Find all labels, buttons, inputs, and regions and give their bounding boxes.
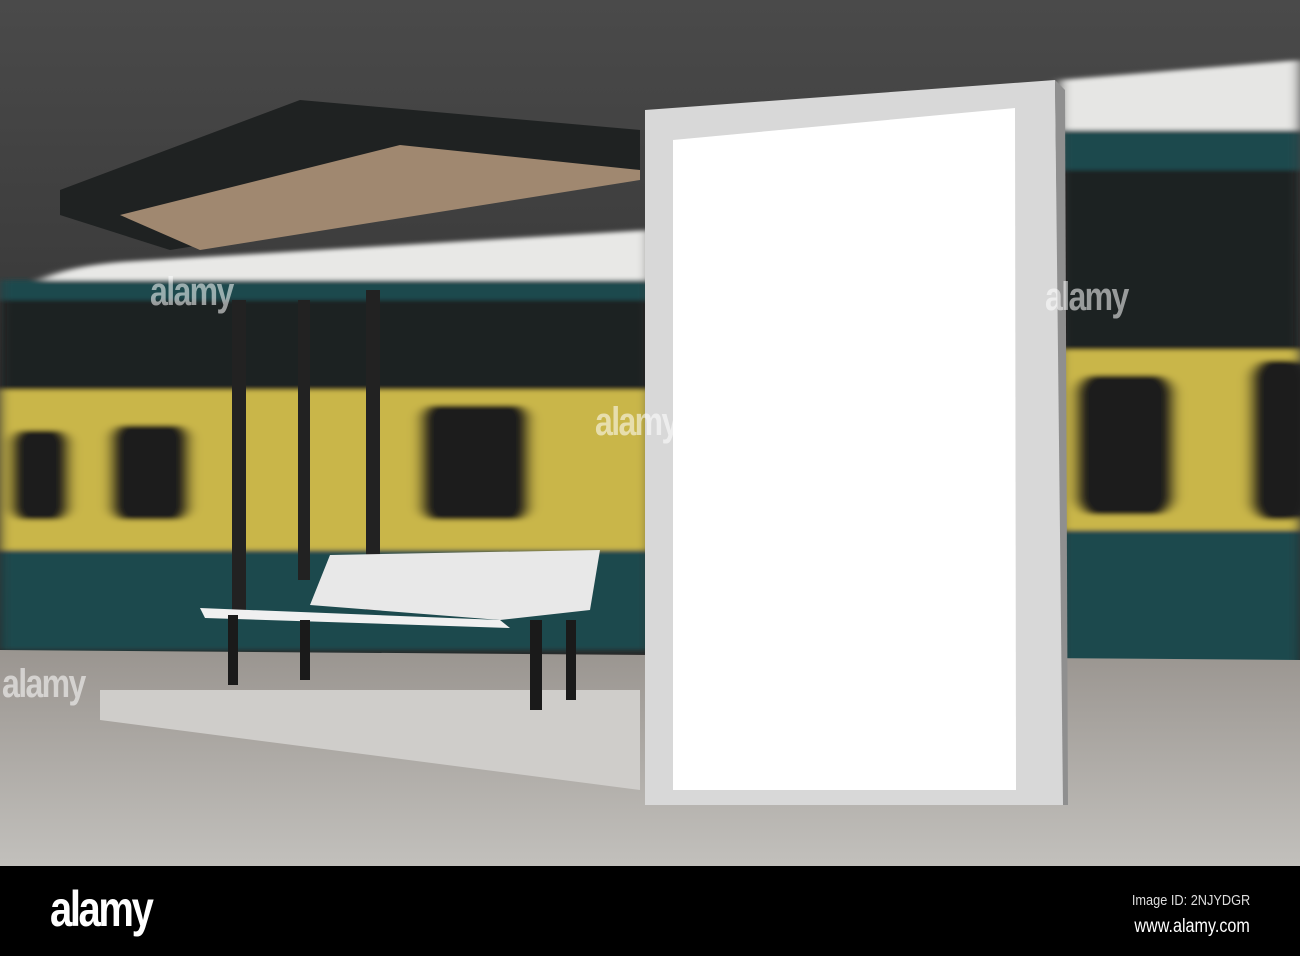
watermark: alamy [2,662,86,706]
watermark: alamy [595,400,679,444]
site-url: www.alamy.com [1134,916,1250,937]
watermark: alamy [150,270,234,314]
billboard [645,80,1068,805]
alamy-logo: alamy [50,881,154,937]
billboard-blank-screen [673,108,1016,790]
footer-bar: alamy Image ID: 2NJYDGR www.alamy.com [0,866,1300,956]
watermark: alamy [1045,275,1129,319]
image-id: Image ID: 2NJYDGR [1131,892,1250,909]
